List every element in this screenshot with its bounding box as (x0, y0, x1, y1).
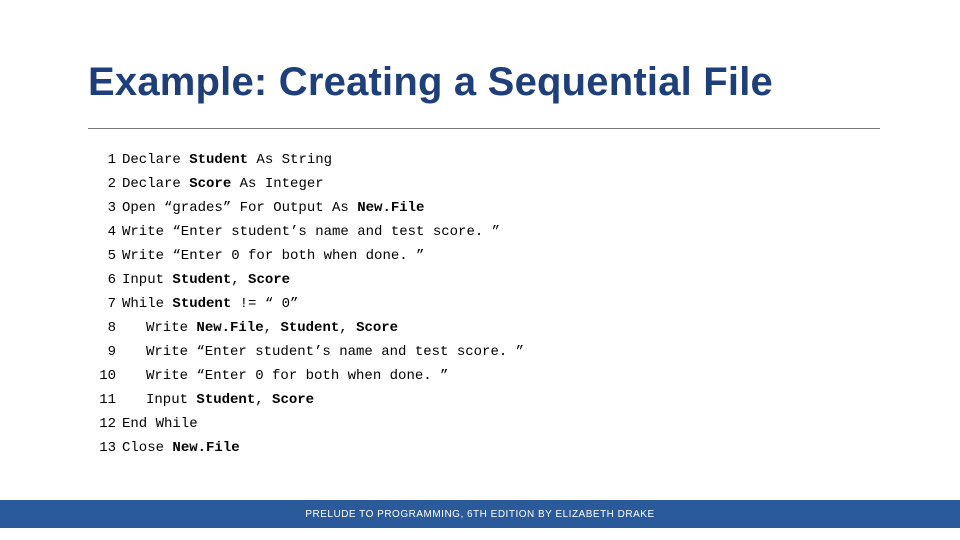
code-text: Declare (122, 176, 189, 192)
line-number: 8 (92, 316, 116, 340)
code-bold: Score (189, 176, 231, 192)
code-bold: Score (272, 392, 314, 408)
line-number: 5 (92, 244, 116, 268)
code-text: Write (146, 320, 196, 336)
code-bold: New.File (196, 320, 263, 336)
code-line: 9 Write “Enter student’s name and test sc… (92, 340, 524, 364)
code-line: 7 While Student != “ 0” (92, 292, 524, 316)
code-text: Close (122, 440, 172, 456)
code-indent: Write New.File, Student, Score (122, 320, 398, 336)
code-line: 11 Input Student, Score (92, 388, 524, 412)
code-line: 13 Close New.File (92, 436, 524, 460)
code-indent: Write “Enter 0 for both when done. ” (122, 368, 448, 384)
line-number: 1 (92, 148, 116, 172)
title-divider (88, 128, 880, 129)
line-number: 4 (92, 220, 116, 244)
code-line: 5 Write “Enter 0 for both when done. ” (92, 244, 524, 268)
code-indent: Input Student, Score (122, 392, 314, 408)
footer-text: PRELUDE TO PROGRAMMING, 6TH EDITION BY E… (305, 509, 654, 520)
code-bold: New.File (357, 200, 424, 216)
code-bold: Student (280, 320, 339, 336)
line-number: 7 (92, 292, 116, 316)
code-text: != “ 0” (231, 296, 298, 312)
code-text: Write “Enter 0 for both when done. ” (146, 368, 448, 384)
code-line: 3 Open “grades” For Output As New.File (92, 196, 524, 220)
code-bold: Student (172, 296, 231, 312)
code-text: , (231, 272, 248, 288)
line-number: 6 (92, 268, 116, 292)
code-text: Write “Enter student’s name and test sco… (146, 344, 524, 360)
code-bold: New.File (172, 440, 239, 456)
code-indent: Write “Enter student’s name and test sco… (122, 344, 524, 360)
code-line: 10 Write “Enter 0 for both when done. ” (92, 364, 524, 388)
line-number: 13 (92, 436, 116, 460)
code-bold: Student (172, 272, 231, 288)
code-text: Declare (122, 152, 189, 168)
line-number: 3 (92, 196, 116, 220)
line-number: 11 (92, 388, 116, 412)
code-line: 4 Write “Enter student’s name and test sc… (92, 220, 524, 244)
footer-bar: PRELUDE TO PROGRAMMING, 6TH EDITION BY E… (0, 500, 960, 528)
code-text: End While (122, 416, 198, 432)
code-text: , (339, 320, 356, 336)
code-text: As Integer (231, 176, 323, 192)
code-text: Open “grades” For Output As (122, 200, 357, 216)
code-line: 8 Write New.File, Student, Score (92, 316, 524, 340)
line-number: 10 (92, 364, 116, 388)
code-bold: Student (196, 392, 255, 408)
code-text: Input (146, 392, 196, 408)
code-text: Write “Enter 0 for both when done. ” (122, 248, 424, 264)
code-text: , (255, 392, 272, 408)
slide-title: Example: Creating a Sequential File (88, 60, 773, 105)
code-bold: Score (356, 320, 398, 336)
line-number: 12 (92, 412, 116, 436)
code-block: 1 Declare Student As String 2 Declare Scor… (92, 148, 524, 460)
code-text: Write “Enter student’s name and test sco… (122, 224, 500, 240)
code-bold: Score (248, 272, 290, 288)
code-text: While (122, 296, 172, 312)
code-line: 6 Input Student, Score (92, 268, 524, 292)
code-line: 2 Declare Score As Integer (92, 172, 524, 196)
code-text: , (264, 320, 281, 336)
code-line: 12 End While (92, 412, 524, 436)
code-line: 1 Declare Student As String (92, 148, 524, 172)
code-text: As String (248, 152, 332, 168)
code-text: Input (122, 272, 172, 288)
slide: Example: Creating a Sequential File 1 Dec… (0, 0, 960, 540)
code-bold: Student (189, 152, 248, 168)
line-number: 9 (92, 340, 116, 364)
line-number: 2 (92, 172, 116, 196)
